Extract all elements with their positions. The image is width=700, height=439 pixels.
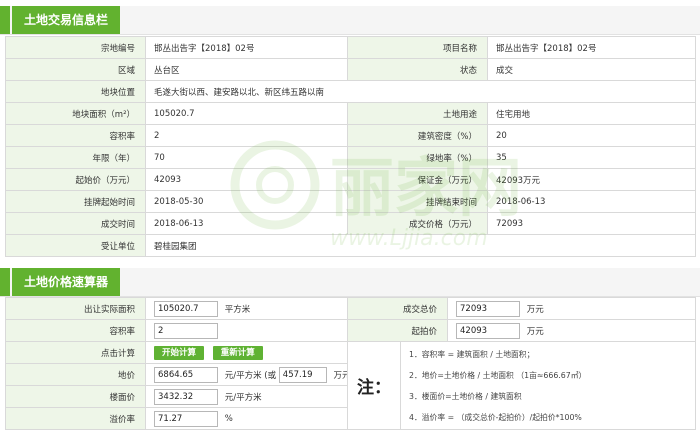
land-info-row: 容积率 2 建筑密度（%） 20: [5, 124, 696, 147]
field-label: 状态: [347, 58, 488, 81]
field-value: 72093: [487, 212, 696, 235]
field-value: 2018-05-30: [145, 190, 348, 213]
field-label: 受让单位: [5, 234, 146, 257]
reset-calc-button[interactable]: 重新计算: [212, 345, 263, 360]
note-item: 3．楼面价=土地价格 / 建筑面积: [409, 391, 522, 401]
premium-unit: %: [224, 413, 233, 424]
field-value: 成交: [487, 58, 696, 81]
note-item: 2．地价=土地价格 / 土地面积 （1亩≈666.67㎡）: [409, 370, 587, 380]
field-label: 容积率: [5, 124, 146, 147]
field-label: 地块位置: [5, 80, 146, 103]
notes-heading: 注：: [357, 378, 391, 398]
start-price-input[interactable]: 42093: [456, 322, 520, 339]
calculator-title: 土地价格速算器: [12, 268, 121, 296]
field-value: 邯丛出告字【2018】02号: [487, 36, 696, 59]
start-price-unit: 万元: [526, 326, 544, 337]
click-calc-label: 点击计算: [5, 341, 146, 364]
field-value: 20: [487, 124, 696, 147]
land-info-row: 地块位置 毛遂大街以西、建安路以北、新区纬五路以南: [5, 80, 696, 103]
note-item: 1．容积率 = 建筑面积 / 土地面积；: [409, 349, 535, 359]
field-label: 地块面积（m²）: [5, 102, 146, 125]
start-price-label: 起拍价: [347, 319, 448, 342]
land-info-row: 成交时间 2018-06-13 成交价格（万元） 72093: [5, 212, 696, 235]
field-label: 起始价（万元）: [5, 168, 146, 191]
field-label: 建筑密度（%）: [347, 124, 488, 147]
land-info-row: 年限（年） 70 绿地率（%） 35: [5, 146, 696, 169]
premium-label: 溢价率: [5, 407, 146, 430]
land-info-row: 宗地编号 邯丛出告字【2018】02号 项目名称 邯丛出告字【2018】02号: [5, 36, 696, 59]
field-value: 毛遂大街以西、建安路以北、新区纬五路以南: [145, 80, 696, 103]
field-value: 丛台区: [145, 58, 348, 81]
premium-output[interactable]: 71.27: [154, 410, 218, 427]
field-value: 碧桂园集团: [145, 234, 696, 257]
deal-unit: 万元: [526, 304, 544, 315]
area-input[interactable]: 105020.7: [154, 300, 218, 317]
field-label: 保证金（万元）: [347, 168, 488, 191]
field-label: 绿地率（%）: [347, 146, 488, 169]
field-label: 年限（年）: [5, 146, 146, 169]
start-calc-button[interactable]: 开始计算: [154, 345, 205, 360]
land-info-row: 区域 丛台区 状态 成交: [5, 58, 696, 81]
land-info-table: 宗地编号 邯丛出告字【2018】02号 项目名称 邯丛出告字【2018】02号 区域 丛台…: [5, 36, 696, 257]
field-label: 区域: [5, 58, 146, 81]
field-label: 宗地编号: [5, 36, 146, 59]
land-info-row: 起始价（万元） 42093 保证金（万元） 42093万元: [5, 168, 696, 191]
field-label: 挂牌结束时间: [347, 190, 488, 213]
field-value: 105020.7: [145, 102, 348, 125]
land-price-output[interactable]: 6864.65: [154, 366, 218, 383]
field-label: 挂牌起始时间: [5, 190, 146, 213]
far-input[interactable]: 2: [154, 322, 218, 339]
note-item: 4．溢价率 = （成交总价-起拍价）/起拍价*100%: [409, 412, 582, 422]
calc-row-buttons: 点击计算 开始计算 重新计算 注： 1．容积率 = 建筑面积 / 土地面积； 2…: [5, 341, 696, 430]
floor-price-output[interactable]: 3432.32: [154, 388, 218, 405]
floor-price-unit: 元/平方米: [224, 392, 262, 403]
field-value: 42093: [145, 168, 348, 191]
field-value: 2018-06-13: [145, 212, 348, 235]
land-info-header: 土地交易信息栏: [0, 6, 700, 35]
land-price-mu-unit: 万元/亩): [333, 370, 347, 381]
deal-label: 成交总价: [347, 297, 448, 320]
field-label: 成交时间: [5, 212, 146, 235]
land-price-unit: 元/平方米 (或: [224, 370, 277, 381]
land-info-title: 土地交易信息栏: [12, 6, 121, 34]
field-label: 项目名称: [347, 36, 488, 59]
field-value: 42093万元: [487, 168, 696, 191]
field-value: 2: [145, 124, 348, 147]
field-label: 成交价格（万元）: [347, 212, 488, 235]
land-info-row: 地块面积（m²） 105020.7 土地用途 住宅用地: [5, 102, 696, 125]
land-price-mu-output[interactable]: 457.19: [278, 366, 327, 383]
field-value: 邯丛出告字【2018】02号: [145, 36, 348, 59]
land-price-label: 地价: [5, 363, 146, 386]
land-info-row: 挂牌起始时间 2018-05-30 挂牌结束时间 2018-06-13: [5, 190, 696, 213]
calc-row-far: 容积率 2 起拍价 42093 万元: [5, 319, 696, 342]
land-info-row: 受让单位 碧桂园集团: [5, 234, 696, 257]
field-value: 住宅用地: [487, 102, 696, 125]
floor-price-label: 楼面价: [5, 385, 146, 408]
calculator-table: 出让实际面积 105020.7 平方米 成交总价 72093 万元 容积率 2 …: [5, 297, 696, 430]
field-value: 2018-06-13: [487, 190, 696, 213]
area-unit: 平方米: [224, 304, 251, 315]
field-value: 70: [145, 146, 348, 169]
notes-panel: 注： 1．容积率 = 建筑面积 / 土地面积； 2．地价=土地价格 / 土地面积…: [347, 341, 696, 430]
far-label: 容积率: [5, 319, 146, 342]
field-label: 土地用途: [347, 102, 488, 125]
field-value: 35: [487, 146, 696, 169]
calc-row-area: 出让实际面积 105020.7 平方米 成交总价 72093 万元: [5, 297, 696, 320]
deal-total-input[interactable]: 72093: [456, 300, 520, 317]
area-label: 出让实际面积: [5, 297, 146, 320]
calculator-header: 土地价格速算器: [0, 268, 700, 297]
